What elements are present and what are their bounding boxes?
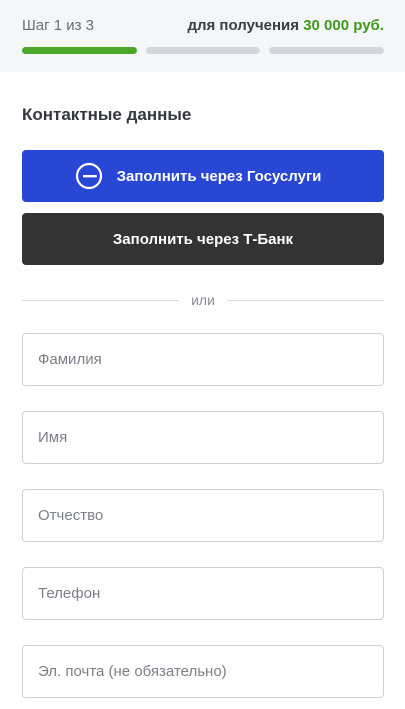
or-divider: или	[22, 290, 384, 310]
last-name-field[interactable]	[22, 333, 384, 386]
fill-via-tbank-button[interactable]: Заполнить через Т-Банк	[22, 213, 384, 265]
patronymic-field[interactable]	[22, 489, 384, 542]
progress-header: Шаг 1 из 3 для получения 30 000 руб.	[0, 0, 405, 72]
progress-segment-2	[145, 47, 261, 54]
amount-value: 30 000 руб.	[303, 17, 384, 34]
email-field[interactable]	[22, 645, 384, 698]
divider-line-right	[226, 299, 384, 301]
progress-segment-1	[22, 47, 137, 54]
divider-text: или	[191, 292, 215, 308]
gosuslugi-button-label: Заполнить через Госуслуги	[116, 167, 322, 185]
first-name-input[interactable]	[23, 412, 383, 463]
phone-field[interactable]	[22, 567, 384, 620]
step-progress-bar	[22, 47, 385, 55]
loan-amount: для получения 30 000 руб.	[187, 17, 384, 34]
divider-line-left	[22, 299, 180, 301]
gosuslugi-logo-icon	[75, 162, 103, 190]
tbank-button-label: Заполнить через Т-Банк	[112, 230, 294, 248]
fill-via-gosuslugi-button[interactable]: Заполнить через Госуслуги	[22, 150, 384, 202]
amount-prefix: для получения	[187, 17, 300, 34]
progress-segment-3	[269, 47, 385, 54]
last-name-input[interactable]	[23, 334, 383, 385]
step-indicator: Шаг 1 из 3	[22, 17, 95, 34]
first-name-field[interactable]	[22, 411, 384, 464]
email-input[interactable]	[23, 646, 383, 697]
section-title: Контактные данные	[22, 105, 192, 124]
phone-input[interactable]	[23, 568, 383, 619]
patronymic-input[interactable]	[23, 490, 383, 541]
